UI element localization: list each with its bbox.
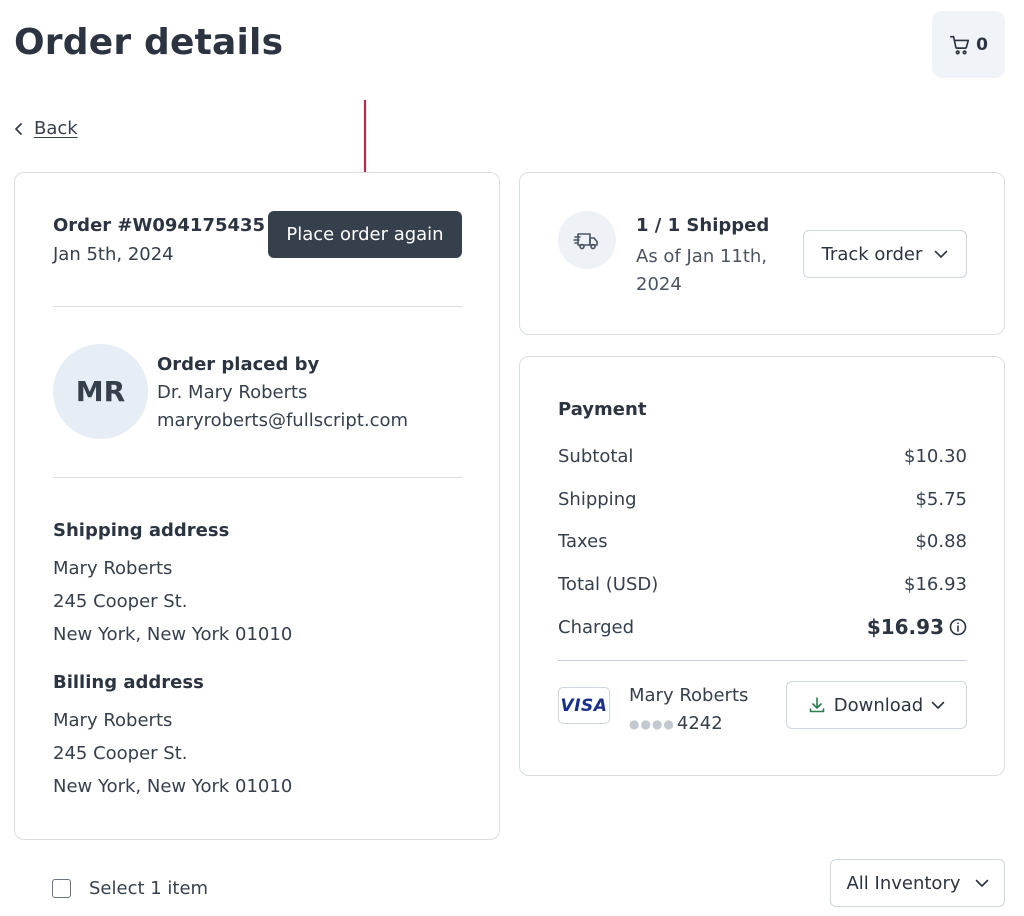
- inventory-filter-label: All Inventory: [846, 872, 961, 894]
- shipping-address-line: New York, New York 01010: [53, 624, 293, 645]
- chevron-down-icon: [931, 701, 945, 709]
- truck-icon-container: [558, 211, 616, 269]
- payment-label: Subtotal: [558, 446, 634, 467]
- cart-button[interactable]: 0: [932, 11, 1005, 78]
- download-button[interactable]: Download: [786, 681, 967, 729]
- card-number: ●●●● 4242: [629, 713, 723, 734]
- billing-address-line: New York, New York 01010: [53, 776, 293, 797]
- card-mask-dots: ●●●●: [629, 716, 675, 731]
- truck-icon: [573, 233, 598, 250]
- shipping-address-line: Mary Roberts: [53, 558, 173, 579]
- chevron-down-icon: [935, 250, 948, 258]
- shipment-card: 1 / 1 Shipped As of Jan 11th, 2024 Track…: [519, 172, 1005, 335]
- select-item-label: Select 1 item: [89, 878, 209, 899]
- divider: [558, 660, 967, 661]
- info-icon[interactable]: [949, 618, 967, 636]
- order-placed-by-heading: Order placed by: [157, 354, 320, 375]
- divider: [53, 477, 462, 478]
- billing-address-line: Mary Roberts: [53, 710, 173, 731]
- billing-address-line: 245 Cooper St.: [53, 743, 188, 764]
- payment-card: Payment Subtotal $10.30 Shipping $5.75 T…: [519, 356, 1005, 776]
- cart-count: 0: [976, 34, 988, 55]
- order-summary-card: Order #W094175435 Jan 5th, 2024 Place or…: [14, 172, 500, 840]
- chevron-down-icon: [975, 879, 988, 887]
- order-number: Order #W094175435: [53, 215, 266, 236]
- card-last4: 4242: [676, 713, 723, 734]
- shipment-as-of: As of Jan 11th, 2024: [636, 246, 768, 295]
- order-date: Jan 5th, 2024: [53, 244, 174, 265]
- back-link[interactable]: Back: [14, 118, 78, 139]
- charged-amount: $16.93: [866, 615, 944, 639]
- billing-address-heading: Billing address: [53, 672, 204, 693]
- payment-row-taxes: Taxes $0.88: [558, 531, 967, 552]
- payment-label: Taxes: [558, 531, 608, 552]
- payment-row-shipping: Shipping $5.75: [558, 489, 967, 510]
- placed-by-email: maryroberts@fullscript.com: [157, 410, 409, 431]
- charged-value: $16.93: [867, 615, 967, 639]
- payment-value: $0.88: [915, 531, 967, 552]
- download-label: Download: [833, 694, 924, 716]
- payment-value: $10.30: [904, 446, 967, 467]
- payment-label: Shipping: [558, 489, 637, 510]
- page-title: Order details: [14, 22, 284, 63]
- cart-icon: [950, 35, 970, 54]
- card-holder-name: Mary Roberts: [629, 685, 749, 706]
- shipping-address-line: 245 Cooper St.: [53, 591, 188, 612]
- payment-value: $16.93: [904, 574, 967, 595]
- download-icon: [809, 697, 825, 713]
- shipping-address-heading: Shipping address: [53, 520, 230, 541]
- payment-heading: Payment: [558, 399, 647, 420]
- back-link-label: Back: [34, 118, 78, 139]
- shipment-status: 1 / 1 Shipped: [636, 215, 770, 236]
- payment-row-charged: Charged $16.93: [558, 615, 967, 639]
- inventory-filter-button[interactable]: All Inventory: [830, 859, 1005, 907]
- divider: [53, 306, 462, 307]
- payment-label: Total (USD): [558, 574, 659, 595]
- select-item-checkbox[interactable]: [52, 879, 71, 898]
- place-order-again-button[interactable]: Place order again: [268, 211, 462, 258]
- payment-label: Charged: [558, 616, 635, 638]
- chevron-left-icon: [15, 122, 22, 135]
- payment-row-subtotal: Subtotal $10.30: [558, 446, 967, 467]
- payment-row-total: Total (USD) $16.93: [558, 574, 967, 595]
- avatar: MR: [53, 344, 148, 439]
- visa-logo: VISA: [558, 687, 610, 724]
- track-order-label: Track order: [821, 243, 923, 265]
- select-items-row: Select 1 item: [52, 878, 208, 899]
- placed-by-name: Dr. Mary Roberts: [157, 382, 308, 403]
- track-order-button[interactable]: Track order: [803, 230, 967, 278]
- payment-value: $5.75: [915, 489, 967, 510]
